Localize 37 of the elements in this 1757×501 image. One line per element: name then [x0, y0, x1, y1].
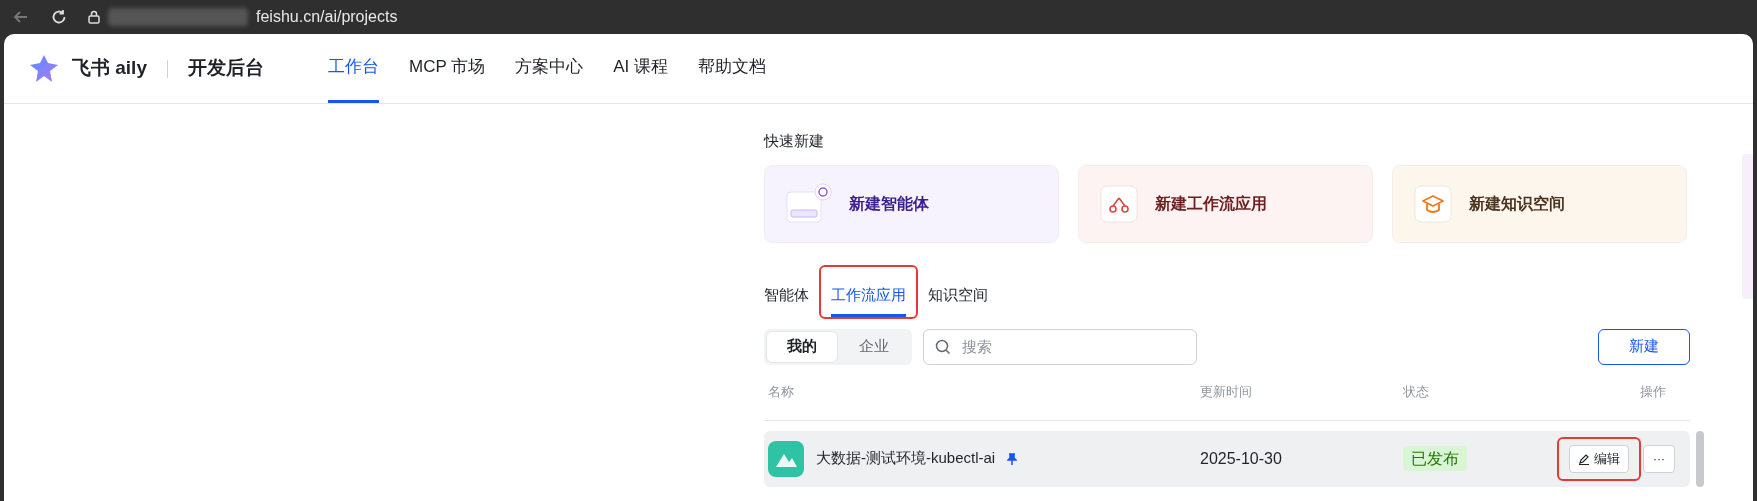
lock-icon: [88, 10, 100, 24]
section-title: 快速新建: [764, 131, 824, 151]
column-header: 操作: [1640, 383, 1666, 402]
quick-create-card[interactable]: 新建智能体: [764, 164, 1059, 243]
column-header: 更新时间: [1200, 383, 1253, 402]
column-header: 状态: [1403, 383, 1430, 402]
brand-name: 飞书 aily: [72, 56, 147, 81]
tab[interactable]: 智能体: [764, 276, 809, 317]
mountain-icon: [768, 440, 804, 477]
nav-tab[interactable]: MCP 市场: [409, 34, 486, 103]
status-badge: 已发布: [1403, 445, 1467, 471]
quick-create-card[interactable]: 新建工作流应用: [1078, 164, 1373, 243]
graduation-cap-icon: [1413, 183, 1453, 224]
address-bar[interactable]: feishu.cn/ai/projects: [256, 5, 398, 29]
agent-card-icon: [785, 181, 833, 226]
edit-button[interactable]: 编辑: [1569, 444, 1629, 473]
column-header: 名称: [767, 383, 795, 402]
nav-tab[interactable]: AI 课程: [613, 34, 668, 103]
more-button[interactable]: ···: [1643, 444, 1675, 473]
scrollbar[interactable]: [1696, 430, 1704, 487]
scope-option[interactable]: 我的: [766, 330, 838, 363]
reload-icon[interactable]: [50, 8, 68, 26]
nav-tab[interactable]: 工作台: [328, 34, 379, 103]
tab[interactable]: 工作流应用: [831, 276, 906, 317]
workflow-card-icon: [1099, 183, 1139, 224]
product-name: 开发后台: [188, 56, 264, 81]
nav-tab[interactable]: 方案中心: [515, 34, 584, 103]
quick-create-card[interactable]: 新建知识空间: [1392, 164, 1687, 243]
app-name: 大数据-测试环境-kubectl-ai: [816, 448, 996, 469]
pencil-icon: [1578, 452, 1590, 465]
search-field[interactable]: 搜索: [923, 328, 1197, 365]
new-button[interactable]: 新建: [1598, 328, 1690, 365]
tab[interactable]: 知识空间: [928, 276, 988, 317]
updated-date: 2025-10-30: [1200, 448, 1283, 469]
search-icon: [935, 338, 951, 355]
nav-tab[interactable]: 帮助文档: [698, 34, 766, 103]
scope-option[interactable]: 企业: [838, 330, 910, 363]
